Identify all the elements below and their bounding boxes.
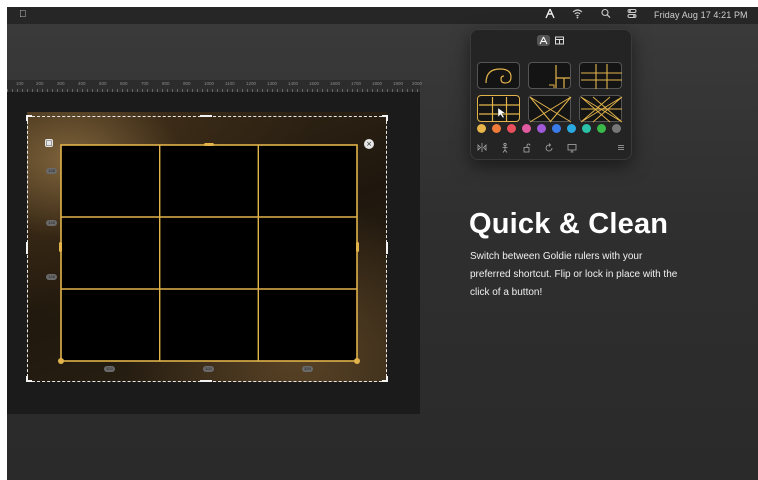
ruler-label: 900 <box>183 81 191 86</box>
goldie-icon[interactable] <box>545 8 555 22</box>
goldie-tab-icon[interactable] <box>537 35 550 46</box>
menu-icon[interactable] <box>617 143 625 154</box>
ruler-label: 1300 <box>267 81 278 86</box>
ruler-label: 100 <box>16 81 24 86</box>
goldie-popover <box>470 29 632 160</box>
display-icon[interactable] <box>567 143 577 155</box>
search-icon[interactable] <box>601 8 611 22</box>
flip-horizontal-icon[interactable] <box>477 143 487 154</box>
ruler-tile-golden-section[interactable] <box>528 62 571 89</box>
swatch-blue[interactable] <box>552 124 561 133</box>
swatch-orange[interactable] <box>492 124 501 133</box>
swatch-sky[interactable] <box>567 124 576 133</box>
swatch-teal[interactable] <box>582 124 591 133</box>
row-measure-pill: 128 <box>46 274 57 280</box>
swatch-red[interactable] <box>507 124 516 133</box>
ruler-label: 1200 <box>246 81 257 86</box>
popover-tabs <box>537 35 567 47</box>
ruler-label: 1400 <box>288 81 299 86</box>
ruler-label: 1800 <box>372 81 383 86</box>
resize-toggle-icon[interactable]: □ <box>45 139 53 147</box>
ruler-label: 1500 <box>309 81 320 86</box>
left-grip-handle[interactable] <box>59 242 62 252</box>
ruler-label: 1700 <box>351 81 362 86</box>
desktop:  Friday Aug 17 4:21 PM <box>7 7 758 480</box>
ruler-tile-rule-of-thirds[interactable] <box>477 95 520 122</box>
flip-vertical-icon[interactable] <box>500 142 510 155</box>
column-measure-pill: 320 <box>203 366 214 372</box>
ruler-label: 200 <box>36 81 44 86</box>
menu-bar-clock[interactable]: Friday Aug 17 4:21 PM <box>654 10 748 20</box>
row-measure-pill: 128 <box>46 220 57 226</box>
headline: Quick & Clean <box>469 208 669 240</box>
row-measure-pill: 128 <box>46 168 57 174</box>
ruler-tile-golden-grid[interactable] <box>579 62 622 89</box>
popover-toolbar <box>475 142 627 155</box>
column-measure-pill: 320 <box>104 366 115 372</box>
control-center-icon[interactable] <box>627 8 637 22</box>
swatch-gold[interactable] <box>477 124 486 133</box>
ruler-label: 700 <box>141 81 149 86</box>
horizontal-ruler: 100 200 300 400 500 600 700 800 900 1000… <box>7 80 423 92</box>
ruler-label: 800 <box>162 81 170 86</box>
right-grip-handle[interactable] <box>356 242 359 252</box>
ruler-label: 500 <box>99 81 107 86</box>
ruler-label: 2000 <box>412 81 423 86</box>
ruler-label: 1100 <box>225 81 235 86</box>
swatch-pink[interactable] <box>522 124 531 133</box>
menu-bar:  Friday Aug 17 4:21 PM <box>7 7 758 24</box>
ruler-label: 1000 <box>204 81 215 86</box>
top-grip-handle[interactable] <box>204 143 214 146</box>
close-icon[interactable]: × <box>364 139 374 149</box>
ruler-label: 1900 <box>393 81 404 86</box>
description-line: preferred shortcut. Flip or lock in plac… <box>470 269 678 280</box>
image-canvas: □ × 128 128 128 320 320 320 <box>7 92 420 414</box>
column-measure-pill: 320 <box>302 366 313 372</box>
ruler-label: 600 <box>120 81 128 86</box>
ruler-label: 1600 <box>330 81 341 86</box>
layout-tab-icon[interactable] <box>553 35 566 46</box>
ruler-tile-golden-spiral[interactable] <box>477 62 520 89</box>
rule-of-thirds-grid[interactable] <box>7 92 420 414</box>
rotate-icon[interactable] <box>544 143 554 155</box>
swatch-purple[interactable] <box>537 124 546 133</box>
description-line: click of a button! <box>470 287 543 298</box>
ruler-tile-harmonic-armature[interactable] <box>579 95 623 123</box>
swatch-green[interactable] <box>597 124 606 133</box>
lock-icon[interactable] <box>522 143 532 155</box>
corner-dot-bottom-left[interactable] <box>58 358 64 364</box>
apple-logo-icon[interactable]:  <box>19 9 27 20</box>
wifi-icon[interactable] <box>572 8 583 22</box>
swatch-gray[interactable] <box>612 124 621 133</box>
corner-dot-bottom-right[interactable] <box>354 358 360 364</box>
description: Switch between Goldie rulers with your p… <box>470 248 720 302</box>
ruler-tile-diagonal[interactable] <box>528 95 572 123</box>
ruler-label: 300 <box>57 81 65 86</box>
ruler-label: 400 <box>78 81 86 86</box>
description-line: Switch between Goldie rulers with your <box>470 251 643 262</box>
